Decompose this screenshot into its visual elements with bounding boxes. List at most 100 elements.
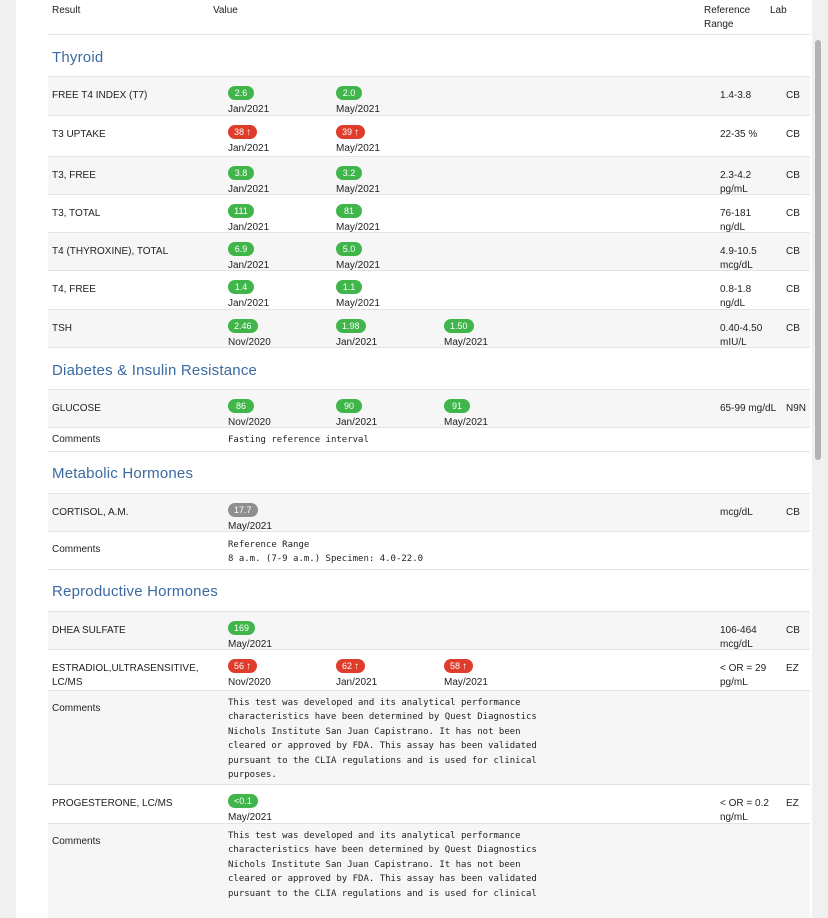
result-value-badge[interactable]: 2.0 bbox=[336, 86, 362, 100]
result-value-cell: <0.1 May/2021 bbox=[228, 791, 328, 824]
result-name: T4 (THYROXINE), TOTAL bbox=[52, 246, 169, 257]
lab-code: CB bbox=[786, 507, 800, 518]
result-value: 39 bbox=[342, 127, 353, 137]
result-value-cell: 58 ↑ May/2021 bbox=[444, 656, 544, 689]
comments-label: Comments bbox=[52, 434, 101, 445]
result-value: 111 bbox=[234, 206, 248, 216]
result-value: 1.50 bbox=[450, 321, 468, 331]
result-value: 56 bbox=[234, 661, 245, 671]
result-value-cell: 1.50 May/2021 bbox=[444, 316, 544, 349]
result-value: 91 bbox=[451, 401, 462, 411]
result-value-cell: 17.7 May/2021 bbox=[228, 500, 328, 533]
result-value-badge[interactable]: 90 bbox=[336, 399, 362, 413]
result-value-cell: 169 May/2021 bbox=[228, 618, 328, 651]
result-value-badge[interactable]: 5.0 bbox=[336, 242, 362, 256]
result-row[interactable]: DHEA SULFATE 169 May/2021 106-464 mcg/dL CB bbox=[48, 611, 810, 651]
header-divider bbox=[48, 34, 810, 35]
result-value-badge[interactable]: 3.8 bbox=[228, 166, 254, 180]
section-divider bbox=[48, 347, 810, 348]
result-name: ESTRADIOL,ULTRASENSITIVE, LC/MS bbox=[52, 663, 199, 688]
result-value-badge[interactable]: 39 ↑ bbox=[336, 125, 366, 139]
result-value: 1.1 bbox=[342, 282, 356, 292]
up-arrow-icon: ↑ bbox=[354, 127, 360, 138]
result-row[interactable]: TSH 2.46 Nov/2020 1.98 Jan/2021 1.50 May/2021 0… bbox=[48, 309, 810, 349]
result-value-badge[interactable]: 2.46 bbox=[228, 319, 258, 333]
reference-range: 65-99 mg/dL bbox=[720, 403, 777, 414]
section-title-diabetes: Diabetes & Insulin Resistance bbox=[52, 362, 258, 379]
result-value-cell: 6.9 Jan/2021 bbox=[228, 239, 328, 272]
result-value-cell: 5.0 May/2021 bbox=[336, 239, 436, 272]
result-row[interactable]: FREE T4 INDEX (T7) 2.6 Jan/2021 2.0 May/2021… bbox=[48, 76, 810, 115]
result-row[interactable]: T4, FREE 1.4 Jan/2021 1.1 May/2021 0.8-1.8 ng/… bbox=[48, 270, 810, 309]
section-title-metabolic: Metabolic Hormones bbox=[52, 465, 194, 482]
result-row[interactable]: T3, FREE 3.8 Jan/2021 3.2 May/2021 2.3-4.2 pg/… bbox=[48, 156, 810, 195]
result-row[interactable]: T4 (THYROXINE), TOTAL 6.9 Jan/2021 5.0 May/2… bbox=[48, 232, 810, 272]
result-value-badge[interactable]: 86 bbox=[228, 399, 254, 413]
section-divider bbox=[48, 569, 810, 570]
result-value-badge[interactable]: 56 ↑ bbox=[228, 659, 258, 673]
comment-row: Comments This test was developed and its… bbox=[48, 823, 810, 918]
comment-text: This test was developed and its analytic… bbox=[228, 698, 537, 781]
result-value: 1.4 bbox=[234, 282, 248, 292]
result-row[interactable]: T3, TOTAL 111 Jan/2021 81 May/2021 76-181 ng/d… bbox=[48, 194, 810, 234]
scrollbar-thumb[interactable] bbox=[815, 40, 821, 460]
result-value-cell: 2.0 May/2021 bbox=[336, 83, 436, 116]
header-reference-range: Reference Range bbox=[704, 5, 751, 30]
result-value-badge[interactable]: <0.1 bbox=[228, 794, 258, 808]
result-value-badge[interactable]: 2.6 bbox=[228, 86, 254, 100]
result-value-badge[interactable]: 1.50 bbox=[444, 319, 474, 333]
result-value-cell: 91 May/2021 bbox=[444, 396, 544, 429]
reference-range: 106-464 mcg/dL bbox=[720, 625, 757, 650]
result-value-badge[interactable]: 3.2 bbox=[336, 166, 362, 180]
result-value-badge[interactable]: 111 bbox=[228, 204, 254, 218]
up-arrow-icon: ↑ bbox=[246, 127, 252, 138]
comment-text: This test was developed and its analytic… bbox=[228, 831, 537, 899]
result-value-badge[interactable]: 62 ↑ bbox=[336, 659, 366, 673]
result-name: T4, FREE bbox=[52, 284, 96, 295]
comments-label: Comments bbox=[52, 544, 101, 555]
result-date: Jan/2021 bbox=[228, 143, 270, 154]
lab-code: EZ bbox=[786, 663, 799, 674]
up-arrow-icon: ↑ bbox=[462, 661, 468, 672]
result-value-badge[interactable]: 1.4 bbox=[228, 280, 254, 294]
result-value-badge[interactable]: 1.1 bbox=[336, 280, 362, 294]
result-row[interactable]: GLUCOSE 86 Nov/2020 90 Jan/2021 91 May/2021 65-… bbox=[48, 389, 810, 429]
result-value-badge[interactable]: 1.98 bbox=[336, 319, 366, 333]
result-value-cell: 1.1 May/2021 bbox=[336, 277, 436, 310]
result-value-badge[interactable]: 38 ↑ bbox=[228, 125, 258, 139]
result-value: <0.1 bbox=[234, 796, 252, 806]
result-name: T3, TOTAL bbox=[52, 208, 101, 219]
result-value-cell: 38 ↑ Jan/2021 bbox=[228, 122, 328, 155]
result-date: May/2021 bbox=[444, 677, 488, 688]
result-value-badge[interactable]: 17.7 bbox=[228, 503, 258, 517]
result-value-badge[interactable]: 169 bbox=[228, 621, 256, 635]
result-row[interactable]: ESTRADIOL,ULTRASENSITIVE, LC/MS 56 ↑ Nov/20… bbox=[48, 649, 810, 690]
result-value: 2.0 bbox=[342, 88, 356, 98]
comment-row: Comments Fasting reference interval bbox=[48, 427, 810, 451]
result-value-badge[interactable]: 91 bbox=[444, 399, 470, 413]
result-value-cell: 81 May/2021 bbox=[336, 201, 436, 234]
result-value-badge[interactable]: 58 ↑ bbox=[444, 659, 474, 673]
result-name: T3 UPTAKE bbox=[52, 129, 106, 140]
lab-code: CB bbox=[786, 170, 800, 181]
result-value: 62 bbox=[342, 661, 353, 671]
result-row[interactable]: PROGESTERONE, LC/MS <0.1 May/2021 < OR = 0.… bbox=[48, 784, 810, 823]
section-divider bbox=[48, 451, 810, 452]
result-date: Jan/2021 bbox=[336, 677, 378, 688]
result-value: 169 bbox=[234, 623, 250, 633]
result-name: TSH bbox=[52, 323, 72, 334]
result-date: Nov/2020 bbox=[228, 677, 271, 688]
comments-label: Comments bbox=[52, 703, 101, 714]
reference-range: < OR = 0.2 ng/mL bbox=[720, 798, 769, 823]
result-value: 86 bbox=[235, 401, 246, 411]
result-value: 81 bbox=[343, 206, 354, 216]
result-row[interactable]: T3 UPTAKE 38 ↑ Jan/2021 39 ↑ May/2021 22-35 % CB bbox=[48, 115, 810, 156]
reference-range: 76-181 ng/dL bbox=[720, 208, 752, 233]
result-row[interactable]: CORTISOL, A.M. 17.7 May/2021 mcg/dL CB bbox=[48, 493, 810, 533]
result-value-cell: 86 Nov/2020 bbox=[228, 396, 328, 429]
result-value-badge[interactable]: 6.9 bbox=[228, 242, 254, 256]
result-value-badge[interactable]: 81 bbox=[336, 204, 362, 218]
lab-code: N9N bbox=[786, 403, 807, 414]
result-value-cell: 90 Jan/2021 bbox=[336, 396, 436, 429]
reference-range: 0.8-1.8 ng/dL bbox=[720, 284, 752, 309]
